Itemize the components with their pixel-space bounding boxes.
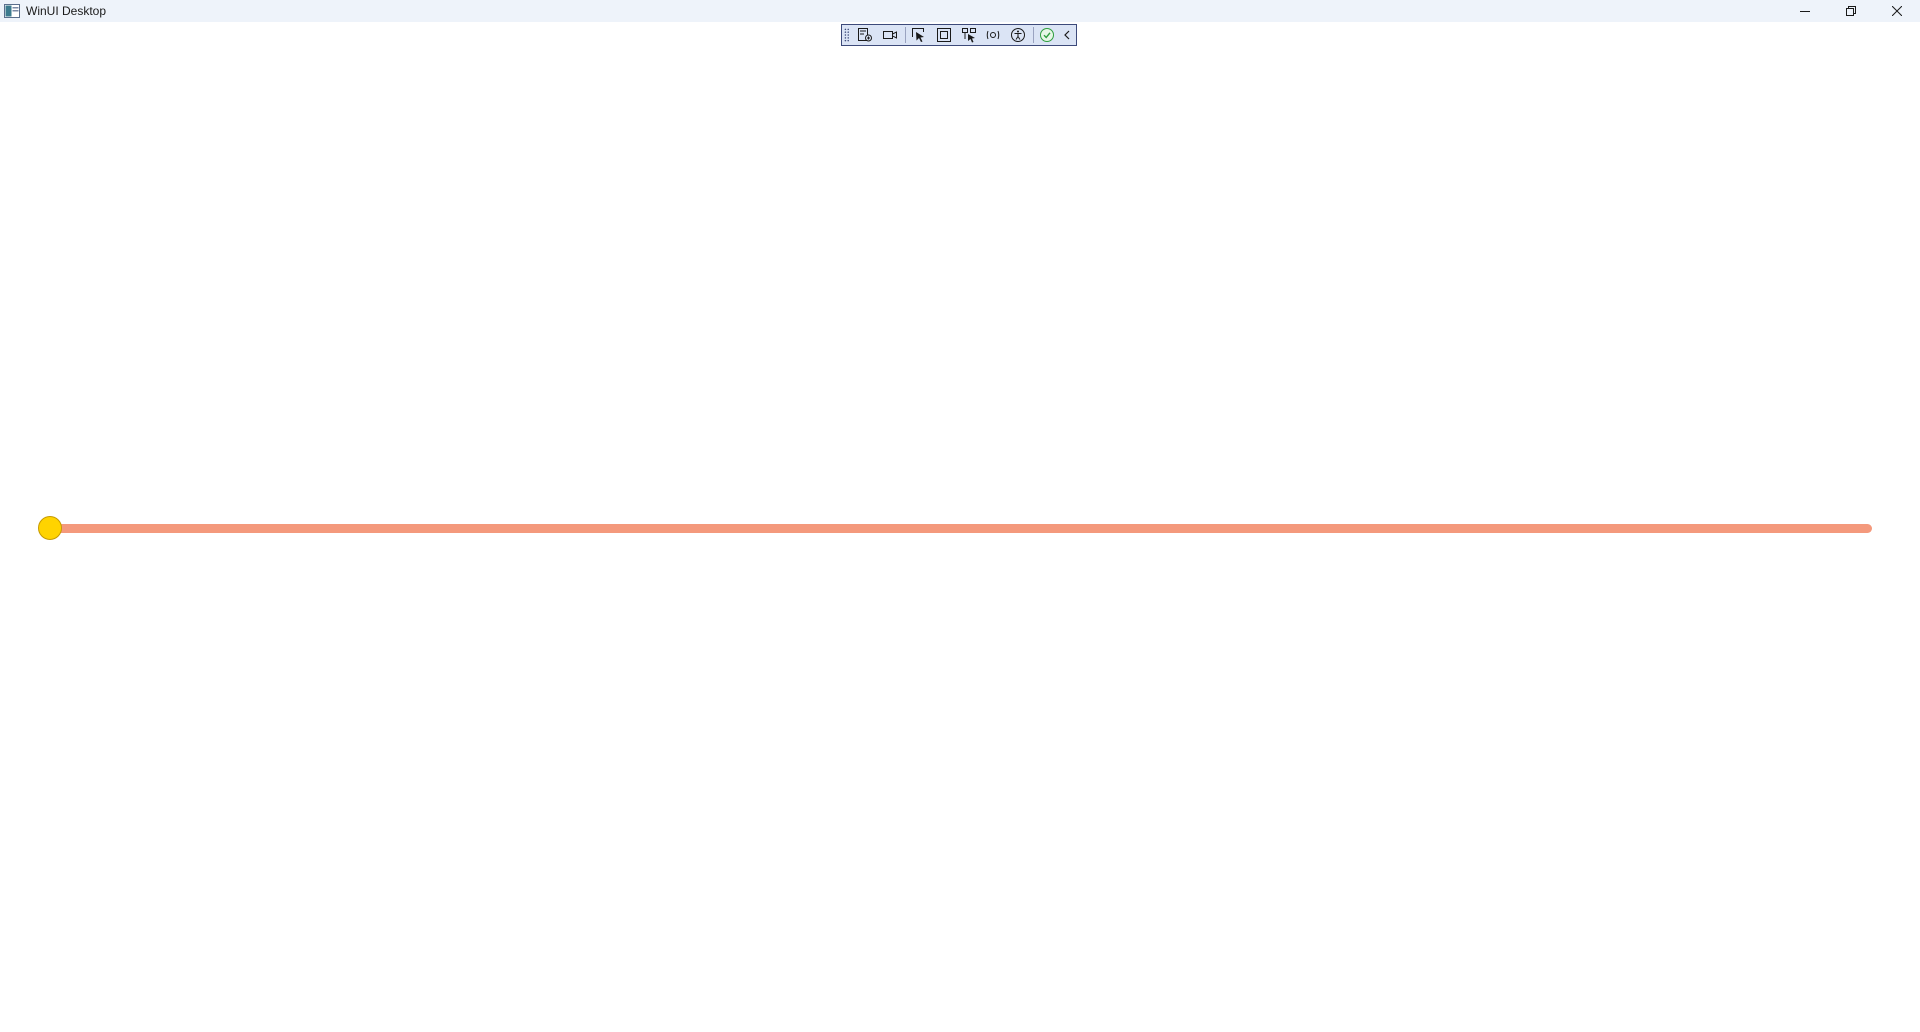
select-element-button[interactable] (908, 25, 931, 45)
window-app-icon (4, 4, 20, 18)
minimize-icon (1800, 11, 1810, 12)
show-in-app-toolbar-video-button[interactable] (878, 25, 901, 45)
track-focus-button[interactable] (957, 25, 980, 45)
slider[interactable] (38, 516, 1872, 540)
collapse-chevron-icon (1064, 30, 1070, 40)
display-layout-adorners-button[interactable] (933, 25, 956, 45)
minimize-button[interactable] (1782, 0, 1828, 22)
display-layout-adorners-icon (936, 28, 951, 42)
app-window: WinUI Desktop (0, 0, 1920, 1032)
caption-buttons (1782, 0, 1920, 22)
title-bar[interactable]: WinUI Desktop (0, 0, 1920, 22)
go-to-live-visual-tree-button[interactable] (854, 25, 877, 45)
toolbar-grip-icon[interactable] (844, 27, 850, 43)
close-icon (1892, 6, 1902, 16)
slider-thumb[interactable] (38, 516, 62, 540)
toolbar-separator (1033, 27, 1035, 43)
track-focus-icon (961, 28, 976, 43)
restore-icon (1846, 6, 1856, 16)
hot-reload-icon (986, 30, 1000, 40)
show-in-app-toolbar-video-icon (882, 31, 897, 39)
restore-button[interactable] (1828, 0, 1874, 22)
go-to-live-visual-tree-icon (857, 28, 872, 42)
slider-track[interactable] (50, 524, 1872, 533)
accessibility-checker-icon (1010, 28, 1025, 42)
ok-status-icon (1040, 28, 1055, 42)
select-element-icon (912, 28, 925, 42)
accessibility-checker-button[interactable] (1007, 25, 1030, 45)
collapse-toolbar-button[interactable] (1061, 25, 1074, 45)
window-title: WinUI Desktop (26, 4, 107, 18)
ok-status-button[interactable] (1036, 25, 1059, 45)
hot-reload-button[interactable] (982, 25, 1005, 45)
toolbar-separator (904, 27, 906, 43)
close-button[interactable] (1874, 0, 1920, 22)
xaml-debug-toolbar (841, 24, 1077, 46)
